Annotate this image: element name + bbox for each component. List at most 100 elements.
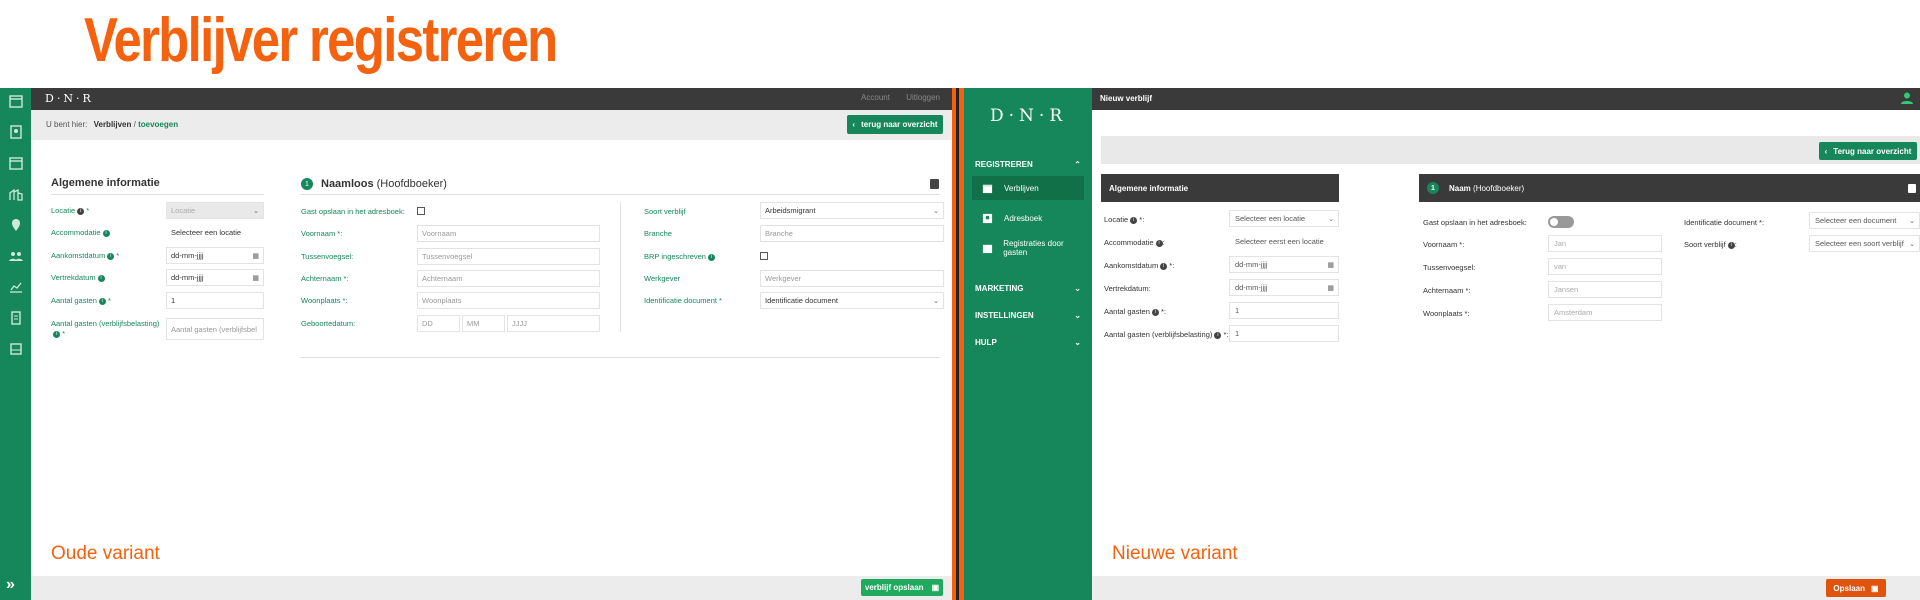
breadcrumb-bar: U bent hier: Verblijven / toevoegen ‹ ter…	[31, 110, 952, 140]
sidebar-section-registreren[interactable]: REGISTREREN ⌃	[975, 160, 1081, 169]
breadcrumb-verblijven[interactable]: Verblijven	[94, 120, 132, 129]
guest-header: 1 Naam (Hoofdboeker)	[1419, 174, 1920, 202]
calendar-icon: ▦	[252, 275, 259, 282]
building-icon[interactable]	[7, 187, 24, 201]
woonplaats-input[interactable]: Woonplaats	[417, 292, 600, 309]
label-branche: Branche	[644, 229, 672, 238]
calendar-icon[interactable]	[7, 94, 24, 108]
chevron-down-icon: ⌄	[933, 208, 939, 215]
divider	[301, 194, 939, 195]
sidebar-item-registraties[interactable]: Registraties door gasten	[972, 236, 1084, 260]
sidebar-item-adresboek[interactable]: Adresboek	[972, 206, 1084, 230]
aantal-gasten-input[interactable]: 1	[1229, 302, 1339, 319]
general-info-title: Algemene informatie	[51, 177, 160, 189]
calendar-icon: ▦	[1327, 285, 1334, 292]
locatie-select[interactable]: Selecteer een locatie ⌄	[1229, 210, 1339, 227]
aantal-gasten-input[interactable]: 1	[166, 292, 264, 309]
chart-line-icon[interactable]	[7, 280, 24, 294]
chevron-down-icon: ⌄	[1328, 216, 1334, 223]
sidebar-item-verblijven[interactable]: Verblijven	[972, 176, 1084, 200]
location-pin-icon[interactable]	[7, 218, 24, 232]
book-icon[interactable]	[7, 342, 24, 356]
sidebar-section-marketing[interactable]: MARKETING ⌄	[975, 284, 1081, 293]
identificatie-document-select[interactable]: Identificatie document ⌄	[760, 292, 944, 309]
contact-card-icon[interactable]	[7, 125, 24, 139]
label-locatie: Locatie i *:	[1104, 215, 1145, 224]
locatie-select[interactable]: Locatie ⌄	[166, 202, 264, 219]
identificatie-document-select[interactable]: Selecteer een document ⌄	[1809, 212, 1920, 229]
info-icon: i	[97, 274, 105, 282]
woonplaats-input[interactable]: Amsterdam	[1548, 304, 1662, 321]
sidebar-section-hulp[interactable]: HULP ⌄	[975, 338, 1081, 347]
old-icon-rail: »	[0, 88, 31, 600]
branche-input[interactable]: Branche	[760, 225, 944, 242]
label-gast-opslaan: Gast opslaan in het adresboek:	[1423, 218, 1527, 227]
logout-link[interactable]: Uitloggen	[906, 93, 940, 102]
vertrekdatum-input[interactable]: dd-mm-jjjj ▦	[166, 269, 264, 286]
new-variant-screen: D·N·R REGISTREREN ⌃ Verblijven Adresboek …	[964, 88, 1920, 600]
werkgever-input[interactable]: Werkgever	[760, 270, 944, 287]
aankomstdatum-input[interactable]: dd-mm-jjjj ▦	[1229, 256, 1339, 273]
chevron-down-icon: ⌄	[1074, 284, 1081, 293]
save-to-addressbook-checkbox[interactable]	[417, 207, 425, 215]
label-accommodatie: Accommodatie i:	[1104, 238, 1165, 247]
aantal-gasten-belasting-input[interactable]: Aantal gasten (verblijfsbel	[166, 318, 264, 340]
account-link[interactable]: Account	[861, 93, 890, 102]
aantal-gasten-belasting-input[interactable]: 1	[1229, 325, 1339, 342]
achternaam-input[interactable]: Jansen	[1548, 281, 1662, 298]
back-to-overview-button[interactable]: ‹ Terug naar overzicht	[1819, 142, 1917, 160]
vertrekdatum-input[interactable]: dd-mm-jjjj ▦	[1229, 279, 1339, 296]
calendar-check-icon[interactable]	[7, 156, 24, 170]
chevron-down-icon: ⌄	[1074, 338, 1081, 347]
top-bar-title: Nieuw verblijf	[1100, 94, 1153, 103]
brp-checkbox[interactable]	[760, 252, 768, 260]
top-links: Account Uitloggen	[847, 93, 940, 102]
info-icon: i	[53, 330, 60, 338]
save-icon: ▣	[1871, 583, 1879, 593]
label-voornaam: Voornaam *:	[1423, 240, 1465, 249]
label-geboortedatum: Geboortedatum:	[301, 319, 356, 328]
achternaam-input[interactable]: Achternaam	[417, 270, 600, 287]
back-to-overview-button[interactable]: ‹ terug naar overzicht	[847, 115, 943, 134]
new-variant-label: Nieuwe variant	[1112, 543, 1238, 564]
accommodatie-value[interactable]: Selecteer een locatie	[166, 224, 264, 241]
document-icon[interactable]	[7, 311, 24, 325]
voornaam-input[interactable]: Jan	[1548, 235, 1662, 252]
address-book-icon[interactable]	[1908, 184, 1916, 193]
info-icon: i	[1155, 239, 1163, 247]
user-icon[interactable]	[1900, 91, 1914, 105]
users-icon[interactable]	[7, 249, 24, 263]
save-stay-button[interactable]: verblijf opslaan ▣	[861, 579, 943, 596]
save-button[interactable]: Opslaan ▣	[1826, 579, 1886, 597]
chevron-down-icon: ⌄	[1909, 241, 1915, 248]
new-bottom-bar: Opslaan ▣	[1092, 576, 1920, 600]
label-accommodatie: Accommodatie i	[51, 228, 110, 237]
sidebar-section-instellingen[interactable]: INSTELLINGEN ⌄	[975, 311, 1081, 320]
label-identificatie-document: Identificatie document *:	[1684, 218, 1765, 227]
soort-verblijf-select[interactable]: Selecteer een soort verblijf ⌄	[1809, 235, 1920, 252]
accommodatie-value[interactable]: Selecteer eerst een locatie	[1229, 233, 1339, 250]
birth-year-input[interactable]: JJJJ	[507, 315, 600, 332]
variant-divider	[952, 88, 964, 600]
address-book-icon[interactable]	[930, 179, 939, 189]
voornaam-input[interactable]: Voornaam	[417, 225, 600, 242]
page-title: Verblijver registreren	[84, 6, 558, 75]
divider	[51, 194, 264, 195]
dnr-logo[interactable]: D·N·R	[990, 106, 1067, 126]
calendar-icon: ▦	[252, 253, 259, 260]
tussenvoegsel-input[interactable]: van	[1548, 258, 1662, 275]
save-to-addressbook-toggle[interactable]	[1548, 216, 1574, 228]
chevron-down-icon: ⌄	[933, 298, 939, 305]
aankomstdatum-input[interactable]: dd-mm-jjjj ▦	[166, 247, 264, 264]
label-soort-verblijf: Soort verblijf i:	[1684, 240, 1737, 249]
birth-month-input[interactable]: MM	[462, 315, 505, 332]
tussenvoegsel-input[interactable]: Tussenvoegsel	[417, 248, 600, 265]
dnr-logo[interactable]: D·N·R	[45, 92, 94, 105]
label-aantal-gasten: Aantal gasten i *:	[1104, 307, 1166, 316]
expand-sidebar-icon[interactable]: »	[6, 576, 15, 594]
label-aantal-gasten-belasting: Aantal gasten (verblijfsbelasting) i *:	[1104, 330, 1229, 339]
soort-verblijf-select[interactable]: Arbeidsmigrant ⌄	[760, 202, 944, 219]
breadcrumb-toevoegen[interactable]: toevoegen	[138, 120, 178, 129]
birth-day-input[interactable]: DD	[417, 315, 460, 332]
calendar-icon	[982, 182, 994, 194]
